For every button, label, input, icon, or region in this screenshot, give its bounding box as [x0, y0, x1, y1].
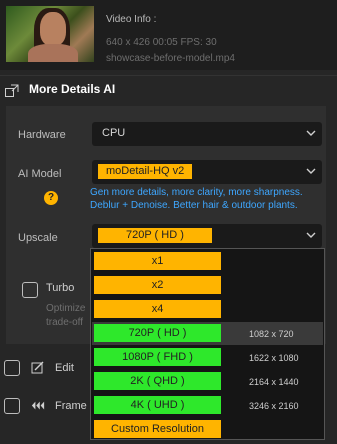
- frame-interpolation-icon: [31, 401, 45, 410]
- turbo-label: Turbo: [46, 282, 75, 294]
- upscale-dropdown-menu: x1 x2 x4 720P ( HD ) 1082 x 720 1080P ( …: [90, 248, 325, 440]
- turbo-desc-line1: Optimize: [46, 303, 86, 314]
- upscale-option-720p[interactable]: 720P ( HD ): [94, 324, 221, 342]
- upscale-res-720p: 1082 x 720: [249, 329, 294, 339]
- expand-icon: [5, 84, 19, 97]
- frame-checkbox[interactable]: [4, 398, 20, 414]
- edit-label: Edit: [55, 362, 74, 374]
- video-thumbnail[interactable]: [6, 6, 94, 62]
- video-info-title: Video Info :: [106, 14, 157, 25]
- hardware-select[interactable]: CPU: [92, 122, 322, 146]
- upscale-option-2k[interactable]: 2K ( QHD ): [94, 372, 221, 390]
- upscale-option-4k[interactable]: 4K ( UHD ): [94, 396, 221, 414]
- upscale-res-1080p: 1622 x 1080: [249, 353, 299, 363]
- chevron-down-icon: [306, 232, 316, 238]
- ai-model-value: moDetail-HQ v2: [98, 164, 193, 179]
- upscale-select[interactable]: 720P ( HD ): [92, 224, 322, 248]
- upscale-option-x2[interactable]: x2: [94, 276, 221, 294]
- section-header[interactable]: More Details AI: [0, 75, 337, 103]
- upscale-value: 720P ( HD ): [98, 228, 212, 243]
- hardware-label: Hardware: [18, 129, 66, 141]
- chevron-down-icon: [306, 130, 316, 136]
- upscale-label: Upscale: [18, 232, 58, 244]
- ai-model-label: AI Model: [18, 168, 62, 180]
- upscale-option-custom[interactable]: Custom Resolution: [94, 420, 221, 438]
- section-title: More Details AI: [29, 82, 116, 96]
- video-info-meta: 640 x 426 00:05 FPS: 30: [106, 37, 217, 48]
- upscale-res-2k: 2164 x 1440: [249, 377, 299, 387]
- edit-checkbox[interactable]: [4, 360, 20, 376]
- ai-model-select[interactable]: moDetail-HQ v2: [92, 160, 322, 184]
- help-icon[interactable]: ?: [44, 191, 58, 205]
- upscale-option-1080p[interactable]: 1080P ( FHD ): [94, 348, 221, 366]
- upscale-option-x1[interactable]: x1: [94, 252, 221, 270]
- turbo-checkbox[interactable]: [22, 282, 38, 298]
- video-file-name: showcase-before-model.mp4: [106, 53, 235, 64]
- upscale-res-4k: 3246 x 2160: [249, 401, 299, 411]
- edit-icon: [31, 361, 44, 374]
- thumbnail-body: [28, 44, 78, 62]
- frame-label: Frame I: [55, 400, 93, 412]
- upscale-option-x4[interactable]: x4: [94, 300, 221, 318]
- video-info-bar: Video Info : 640 x 426 00:05 FPS: 30 sho…: [0, 0, 337, 70]
- chevron-down-icon: [306, 168, 316, 174]
- ai-model-desc-line1: Gen more details, more clarity, more sha…: [90, 187, 303, 198]
- thumbnail-face: [40, 12, 66, 46]
- ai-model-desc-line2: Deblur + Denoise. Better hair & outdoor …: [90, 200, 298, 211]
- hardware-value: CPU: [102, 127, 126, 139]
- turbo-desc-line2: trade-off: [46, 317, 84, 328]
